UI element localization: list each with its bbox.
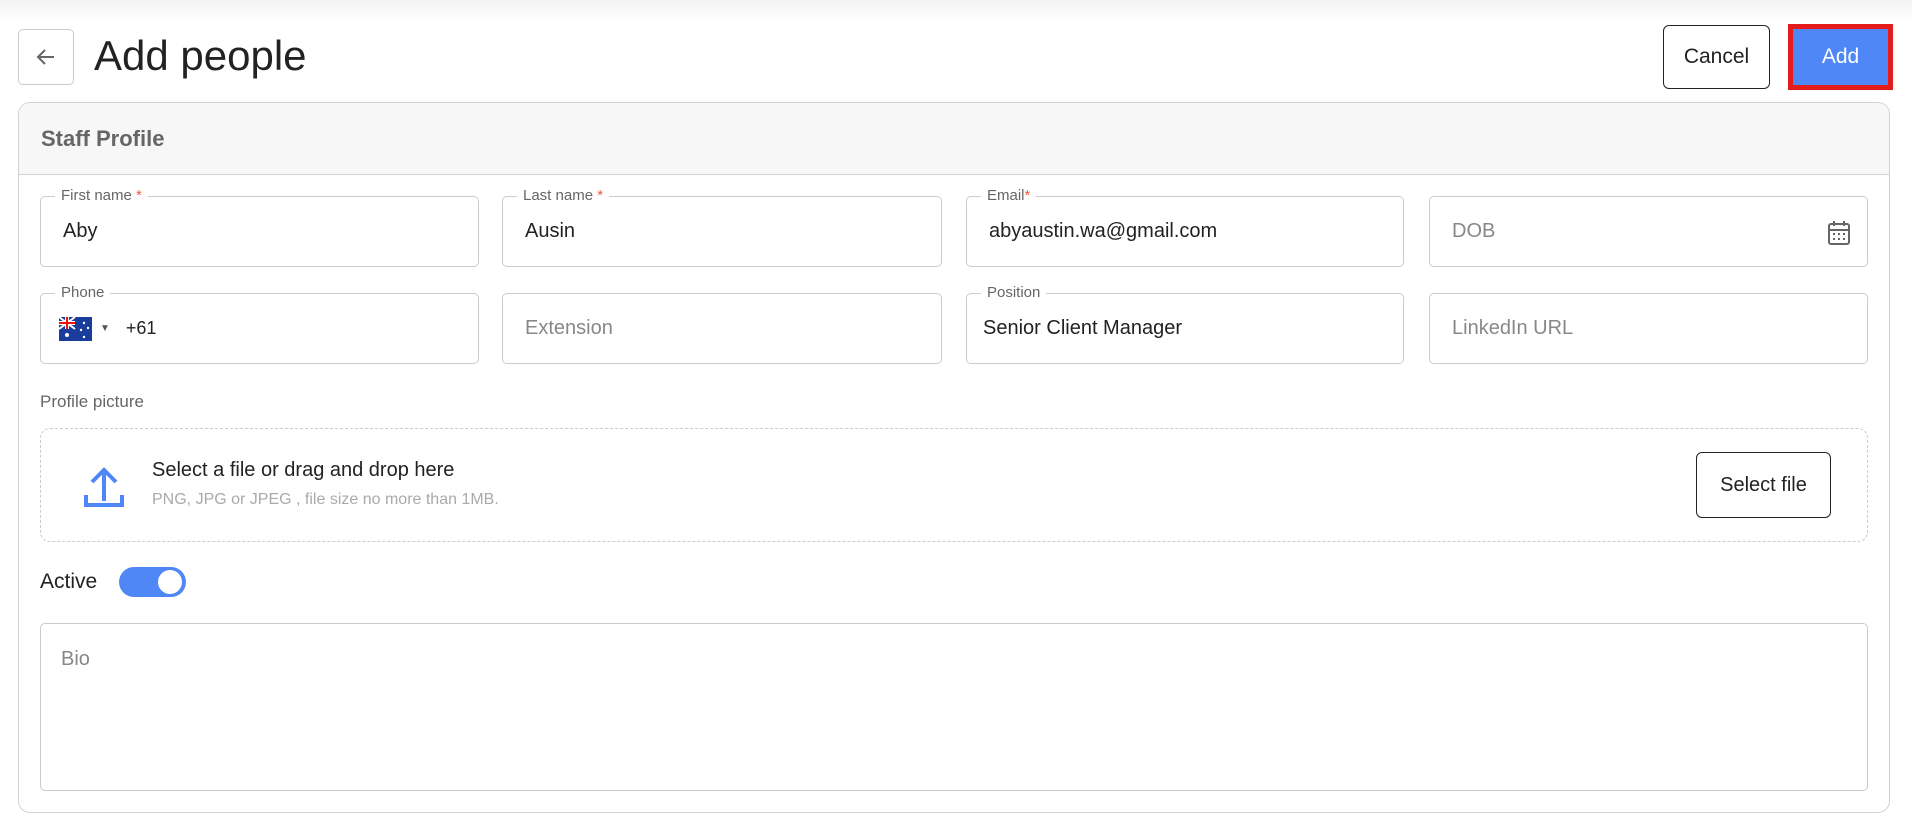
arrow-left-icon (36, 49, 54, 65)
phone-input[interactable]: Phone ▼ +61 (40, 284, 479, 364)
add-button-highlight: Add (1788, 24, 1893, 90)
phone-value: +61 (125, 318, 157, 338)
last-name-label: Last name * (517, 187, 610, 205)
toggle-knob (158, 570, 182, 594)
calendar-icon[interactable] (1827, 220, 1851, 246)
select-file-button[interactable]: Select file (1696, 452, 1831, 518)
card-title: Staff Profile (19, 103, 1889, 175)
file-dropzone[interactable]: Select a file or drag and drop here PNG,… (40, 428, 1868, 542)
position-label: Position (981, 284, 1047, 302)
upload-icon (84, 467, 124, 507)
dropzone-hint: PNG, JPG or JPEG , file size no more tha… (152, 491, 499, 508)
active-toggle[interactable] (119, 567, 186, 597)
bio-textarea[interactable]: Bio (40, 623, 1868, 791)
first-name-input[interactable]: First name * Aby (40, 187, 479, 267)
caret-down-icon: ▼ (100, 323, 110, 334)
dropzone-title: Select a file or drag and drop here (152, 459, 455, 481)
country-selector[interactable]: ▼ (59, 316, 110, 341)
last-name-value: Ausin (525, 220, 576, 242)
phone-label: Phone (55, 284, 111, 302)
profile-picture-label: Profile picture (40, 392, 144, 411)
bio-placeholder: Bio (61, 648, 90, 670)
dob-placeholder: DOB (1452, 220, 1496, 242)
page-title: Add people (94, 32, 307, 79)
linkedin-placeholder: LinkedIn URL (1452, 317, 1574, 339)
australia-flag-icon (59, 316, 92, 341)
dob-input[interactable]: DOB (1429, 196, 1868, 267)
extension-placeholder: Extension (525, 317, 613, 339)
position-value: Senior Client Manager (983, 317, 1182, 339)
add-button[interactable]: Add (1793, 29, 1888, 85)
email-input[interactable]: Email* abyaustin.wa@gmail.com (966, 187, 1404, 267)
linkedin-input[interactable]: LinkedIn URL (1429, 293, 1868, 364)
last-name-input[interactable]: Last name * Ausin (502, 187, 942, 267)
active-label: Active (40, 570, 98, 593)
cancel-button[interactable]: Cancel (1663, 25, 1770, 89)
extension-input[interactable]: Extension (502, 293, 942, 364)
back-button[interactable] (18, 29, 74, 85)
first-name-value: Aby (63, 220, 98, 242)
email-label: Email* (981, 187, 1037, 205)
position-input[interactable]: Position Senior Client Manager (966, 284, 1404, 364)
email-value: abyaustin.wa@gmail.com (989, 220, 1218, 242)
first-name-label: First name * (55, 187, 148, 205)
top-shade (0, 0, 1912, 22)
